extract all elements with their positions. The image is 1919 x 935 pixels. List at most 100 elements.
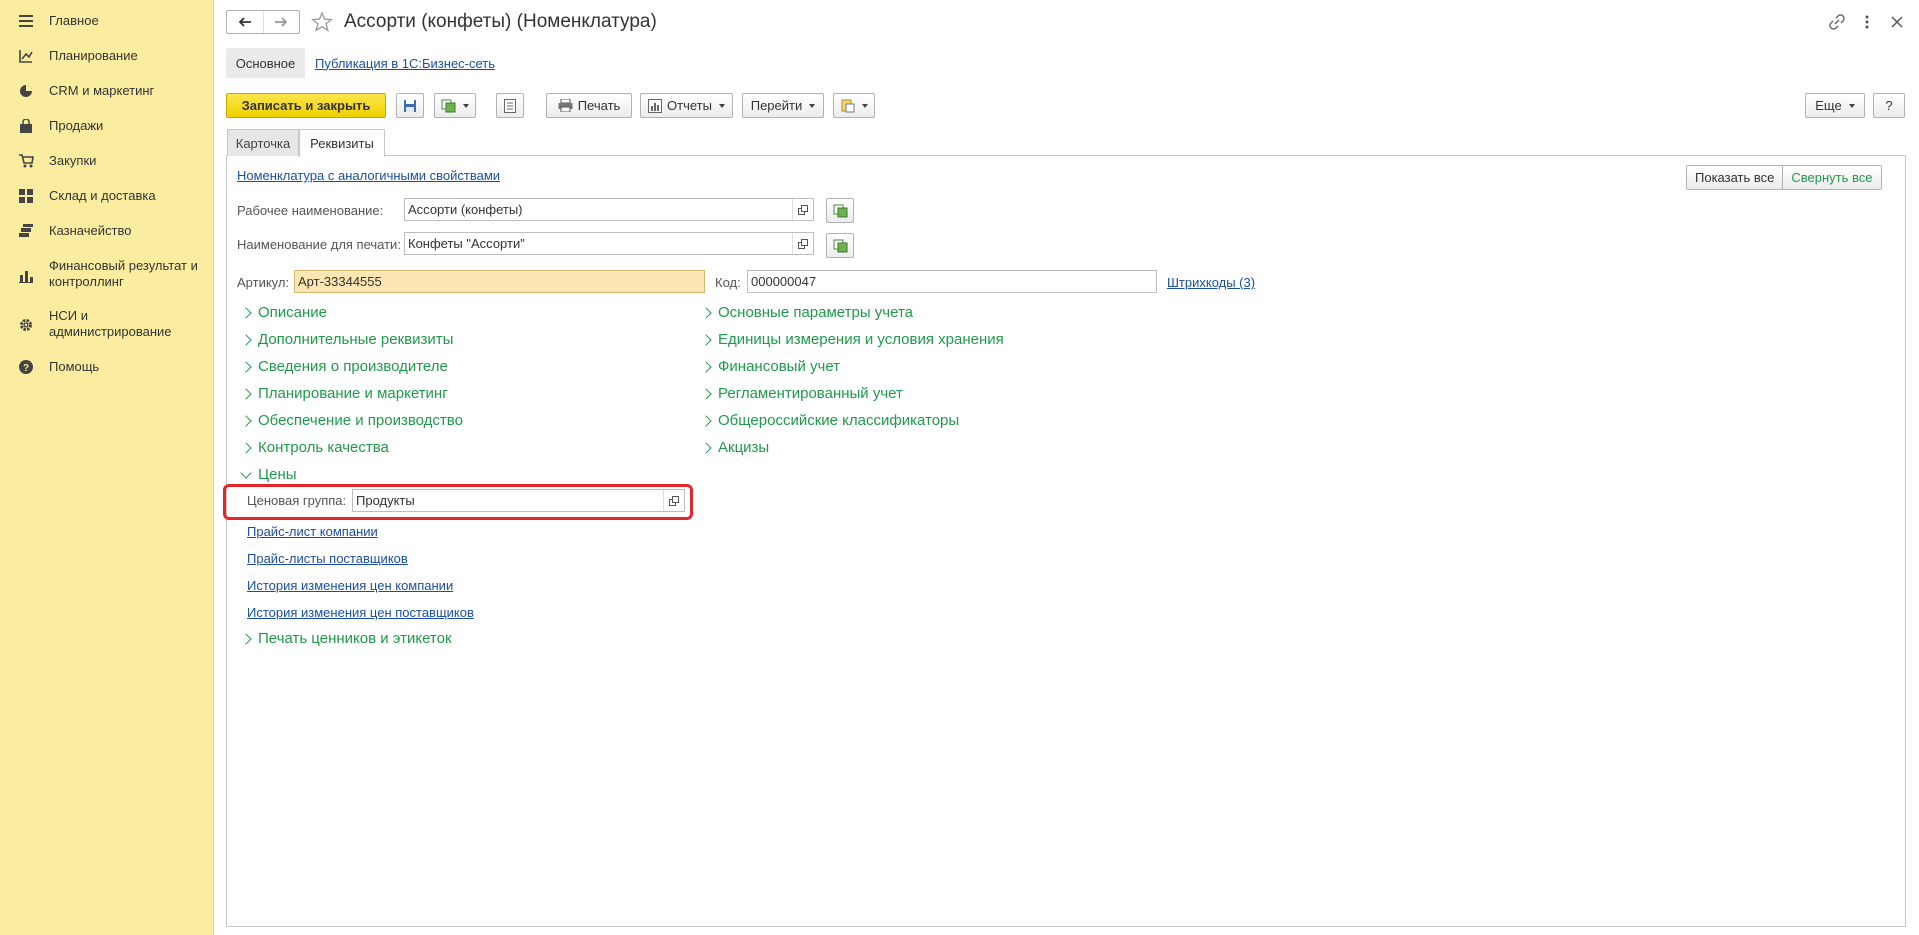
- structure-button[interactable]: [496, 93, 524, 118]
- company-price-list-link[interactable]: Прайс-лист компании: [247, 524, 378, 539]
- goto-label: Перейти: [750, 98, 803, 113]
- group-prices[interactable]: Цены: [240, 466, 297, 483]
- chevron-right-icon: [700, 414, 712, 427]
- tab-card[interactable]: Карточка: [227, 129, 299, 156]
- close-icon[interactable]: [1887, 12, 1907, 32]
- sidebar-item-admin[interactable]: НСИ и администрирование: [0, 308, 214, 342]
- tab-publish[interactable]: Публикация в 1С:Бизнес-сеть: [315, 48, 495, 78]
- chevron-right-icon: [700, 333, 712, 346]
- more-button[interactable]: Еще: [1805, 93, 1865, 118]
- code-field[interactable]: 000000047: [747, 270, 1157, 293]
- treasury-icon: [18, 223, 34, 239]
- show-all-button[interactable]: Показать все: [1687, 166, 1783, 189]
- tab-main[interactable]: Основное: [226, 48, 305, 78]
- tab-details[interactable]: Реквизиты: [299, 129, 385, 157]
- sidebar: Главное Планирование CRM и маркетинг Про…: [0, 0, 214, 935]
- reports-icon: [648, 98, 663, 113]
- group-label: Обеспечение и производство: [258, 412, 463, 429]
- company-price-history-link[interactable]: История изменения цен компании: [247, 578, 453, 593]
- collapse-all-button[interactable]: Свернуть все: [1782, 166, 1881, 189]
- print-name-field[interactable]: Конфеты "Ассорти": [404, 232, 814, 255]
- group-supply-production[interactable]: Обеспечение и производство: [240, 412, 463, 429]
- chevron-right-icon: [240, 306, 252, 319]
- sidebar-item-purchases[interactable]: Закупки: [0, 152, 214, 170]
- chevron-down-icon: [240, 466, 252, 479]
- work-name-action-button[interactable]: [826, 198, 854, 223]
- chevron-down-icon: [463, 103, 469, 108]
- sidebar-item-label: Казначейство: [49, 223, 132, 238]
- group-excise[interactable]: Акцизы: [700, 439, 769, 456]
- supplier-price-lists-link[interactable]: Прайс-листы поставщиков: [247, 551, 408, 566]
- group-label: Основные параметры учета: [718, 304, 914, 321]
- group-description[interactable]: Описание: [240, 304, 327, 321]
- sidebar-item-label: НСИ и администрирование: [49, 308, 172, 339]
- chevron-down-icon: [1848, 103, 1855, 108]
- sidebar-item-sales[interactable]: Продажи: [0, 117, 214, 135]
- page-title: Ассорти (конфеты) (Номенклатура): [344, 11, 657, 32]
- print-label: Печать: [577, 98, 621, 113]
- chevron-right-icon: [700, 360, 712, 373]
- group-units-storage[interactable]: Единицы измерения и условия хранения: [700, 331, 1004, 348]
- link-icon[interactable]: [1827, 12, 1847, 32]
- print-button[interactable]: Печать: [546, 93, 632, 118]
- nav-buttons: [226, 10, 300, 34]
- work-name-field[interactable]: Ассорти (конфеты): [404, 198, 814, 221]
- printer-icon: [558, 99, 573, 112]
- barcodes-link[interactable]: Штрихкоды (3): [1167, 275, 1255, 290]
- group-manufacturer[interactable]: Сведения о производителе: [240, 358, 448, 375]
- chevron-right-icon: [240, 632, 252, 645]
- pie-chart-icon: [18, 83, 34, 99]
- forward-button[interactable]: [262, 11, 300, 33]
- more-vertical-icon[interactable]: [1857, 12, 1877, 32]
- create-based-on-icon: [441, 99, 456, 112]
- attachments-icon: [841, 99, 854, 112]
- code-label: Код:: [715, 275, 741, 290]
- document-list-icon: [504, 98, 516, 113]
- sidebar-item-warehouse[interactable]: Склад и доставка: [0, 187, 214, 205]
- group-label: Единицы измерения и условия хранения: [718, 331, 1004, 348]
- chevron-right-icon: [700, 306, 712, 319]
- sidebar-item-label: Главное: [49, 13, 99, 28]
- menu-icon: [18, 13, 34, 29]
- save-and-close-button[interactable]: Записать и закрыть: [226, 93, 386, 118]
- help-button[interactable]: ?: [1873, 93, 1905, 118]
- attachments-button[interactable]: [833, 93, 875, 118]
- group-classifiers[interactable]: Общероссийские классификаторы: [700, 412, 959, 429]
- sidebar-item-treasury[interactable]: Казначейство: [0, 222, 214, 240]
- article-field[interactable]: Арт-33344555: [294, 270, 705, 293]
- work-name-value: Ассорти (конфеты): [408, 202, 523, 217]
- help-icon: ?: [18, 359, 34, 375]
- goto-button[interactable]: Перейти: [742, 93, 824, 118]
- sidebar-item-label: Склад и доставка: [49, 188, 156, 203]
- gear-icon: [18, 317, 34, 333]
- group-regulated-accounting[interactable]: Регламентированный учет: [700, 385, 903, 402]
- open-icon[interactable]: [792, 199, 813, 220]
- sidebar-item-planning[interactable]: Планирование: [0, 47, 214, 65]
- create-based-on-button[interactable]: [434, 93, 476, 118]
- group-quality-control[interactable]: Контроль качества: [240, 439, 389, 456]
- save-button[interactable]: [396, 93, 424, 118]
- group-main-accounting-params[interactable]: Основные параметры учета: [700, 304, 913, 321]
- sidebar-item-help[interactable]: ? Помощь: [0, 358, 214, 376]
- group-label: Общероссийские классификаторы: [718, 412, 960, 429]
- more-label: Еще: [1815, 98, 1842, 113]
- sidebar-item-main[interactable]: Главное: [0, 12, 214, 30]
- group-price-tags-labels[interactable]: Печать ценников и этикеток: [240, 630, 452, 647]
- favorite-star-icon[interactable]: [310, 10, 334, 34]
- supplier-price-history-link[interactable]: История изменения цен поставщиков: [247, 605, 474, 620]
- print-name-action-button[interactable]: [826, 233, 854, 258]
- group-additional-details[interactable]: Дополнительные реквизиты: [240, 331, 453, 348]
- back-button[interactable]: [227, 11, 263, 33]
- similar-items-link[interactable]: Номенклатура с аналогичными свойствами: [237, 168, 500, 183]
- sidebar-item-finance[interactable]: Финансовый результат и контроллинг: [0, 258, 214, 292]
- article-label: Артикул:: [237, 275, 290, 290]
- sidebar-item-crm[interactable]: CRM и маркетинг: [0, 82, 214, 100]
- reports-button[interactable]: Отчеты: [640, 93, 733, 118]
- group-planning-marketing[interactable]: Планирование и маркетинг: [240, 385, 448, 402]
- group-label: Дополнительные реквизиты: [258, 331, 454, 348]
- group-financial-accounting[interactable]: Финансовый учет: [700, 358, 840, 375]
- reports-label: Отчеты: [667, 98, 712, 113]
- open-icon[interactable]: [792, 233, 813, 254]
- warehouse-icon: [18, 188, 34, 204]
- arrow-right-icon: [275, 17, 288, 27]
